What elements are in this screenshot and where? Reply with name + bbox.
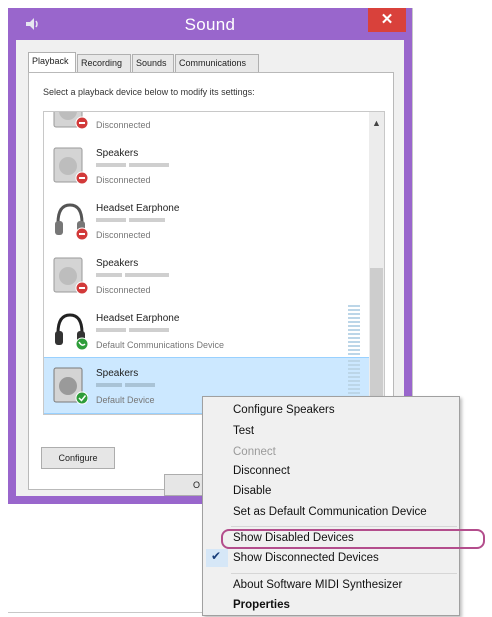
checkmark-icon: ✔ [211,549,222,563]
instruction-text: Select a playback device below to modify… [43,87,255,97]
headset-icon [52,311,89,351]
device-status: Disconnected [96,230,151,240]
device-name: Speakers [96,258,139,269]
tab-communications[interactable]: Communications [175,54,259,72]
menu-item-disable[interactable]: Disable [233,485,271,497]
menu-item-disconnect[interactable]: Disconnect [233,465,290,477]
device-row[interactable]: Headset Earphone Disconnected [44,193,369,248]
window-title: Sound [184,15,236,34]
tab-playback[interactable]: Playback [28,52,76,73]
scrollbar-thumb[interactable] [370,268,383,414]
tab-sounds[interactable]: Sounds [132,54,174,72]
device-status: Disconnected [96,175,151,185]
device-subtitle-blurred [96,328,196,335]
device-list-scrollbar[interactable]: ▲ [369,112,384,414]
menu-item-connect: Connect [233,446,276,458]
device-status: Default Communications Device [96,340,225,350]
menu-separator [231,526,457,527]
device-row[interactable]: Headset Earphone Default Communications … [44,303,369,358]
device-subtitle-blurred [96,273,196,280]
speaker-icon [52,146,89,186]
device-name: Headset Earphone [96,313,180,324]
headset-icon [52,201,89,241]
device-status: Default Device [96,395,155,405]
close-button[interactable]: ✕ [368,8,406,32]
title-bar[interactable]: Sound ✕ [8,8,412,40]
speaker-icon [52,256,89,296]
device-subtitle-blurred [96,218,196,225]
device-status: Disconnected [96,120,151,130]
device-list[interactable]: Disconnected Speakers Disconnected Heads… [43,111,385,415]
menu-item-show-disconnected[interactable]: Show Disconnected Devices [233,552,379,564]
menu-item-configure-speakers[interactable]: Configure Speakers [233,404,335,416]
menu-item-test[interactable]: Test [233,425,254,437]
menu-item-about-midi[interactable]: About Software MIDI Synthesizer [233,579,402,591]
menu-item-properties[interactable]: Properties [233,599,290,611]
device-name: Headset Earphone [96,203,180,214]
device-status: Disconnected [96,285,151,295]
tab-recording[interactable]: Recording [77,54,131,72]
device-name: Speakers [96,148,139,159]
highlight-outline [221,529,485,549]
volume-meter [348,305,360,355]
device-name: Speakers [96,368,139,379]
device-subtitle-blurred [96,383,196,390]
scroll-up-icon[interactable]: ▲ [369,116,384,130]
menu-separator [231,573,457,574]
device-row[interactable]: Speakers Disconnected [44,138,369,193]
speaker-icon [52,366,89,406]
device-row[interactable]: Disconnected [44,112,369,138]
speaker-icon [52,112,89,131]
menu-item-set-default-communication[interactable]: Set as Default Communication Device [233,506,427,518]
close-icon: ✕ [380,11,394,28]
configure-button[interactable]: Configure [41,447,115,469]
device-row[interactable]: Speakers Disconnected [44,248,369,303]
context-menu: Configure Speakers Test Connect Disconne… [202,396,485,616]
device-subtitle-blurred [96,163,196,170]
